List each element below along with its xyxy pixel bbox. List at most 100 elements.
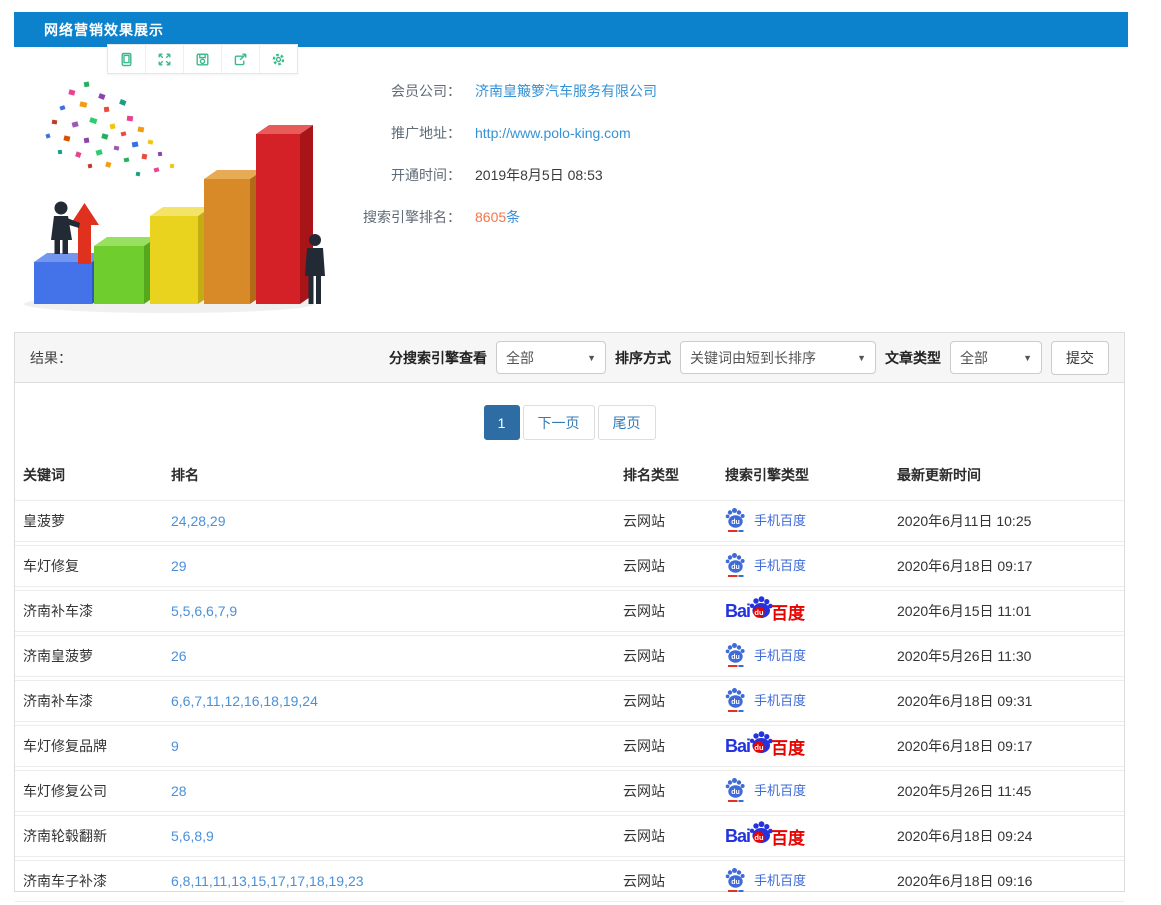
widget-toolbar [107, 44, 298, 74]
device-button[interactable] [108, 45, 146, 73]
keyword-cell: 车灯修复品牌 [15, 725, 163, 767]
baidu-logo: Bai du 百度 [725, 596, 805, 626]
engine-cell: du 手机百度 [717, 680, 889, 722]
ranks-link[interactable]: 28 [171, 783, 187, 799]
updated-cell: 2020年6月18日 09:17 [889, 545, 1124, 587]
chevron-down-icon: ▼ [1015, 353, 1032, 363]
svg-text:du: du [731, 564, 740, 571]
device-icon [119, 52, 134, 67]
keyword-cell: 济南皇菠萝 [15, 635, 163, 677]
page-1-button[interactable]: 1 [484, 405, 520, 440]
ranks-link[interactable]: 24,28,29 [171, 513, 226, 529]
col-updated: 最新更新时间 [889, 457, 1124, 497]
svg-text:du: du [754, 608, 764, 617]
svg-text:du: du [731, 789, 740, 796]
settings-button[interactable] [260, 45, 297, 73]
sort-filter-label: 排序方式 [615, 348, 671, 368]
company-field: 会员公司： 济南皇簸箩汽车服务有限公司 [345, 70, 657, 112]
baidu-paw-icon: du [725, 507, 747, 533]
rank-unit: 条 [506, 209, 520, 225]
updated-cell: 2020年6月11日 10:25 [889, 500, 1124, 542]
table-row: 济南轮毂翻新 5,6,8,9 云网站 Bai du 百度 2020年6月18日 … [15, 815, 1124, 857]
results-panel: 结果： 分搜索引擎查看 全部 ▼ 排序方式 关键词由短到长排序 ▼ 文章类型 全… [14, 332, 1125, 892]
page-header: 网络营销效果展示 [14, 12, 1128, 47]
engine-cell: du 手机百度 [717, 635, 889, 677]
promo-url-field: 推广地址： http://www.polo-king.com [345, 112, 657, 154]
mobile-baidu-label: 手机百度 [754, 780, 806, 799]
page-title: 网络营销效果展示 [14, 20, 164, 40]
engine-filter-select[interactable]: 全部 ▼ [496, 341, 606, 374]
keyword-cell: 济南轮毂翻新 [15, 815, 163, 857]
updated-cell: 2020年5月26日 11:45 [889, 770, 1124, 812]
baidu-logo-cn: 百度 [771, 734, 805, 759]
ranks-link[interactable]: 5,5,6,6,7,9 [171, 603, 237, 619]
ranks-link[interactable]: 26 [171, 648, 187, 664]
engine-cell: Bai du 百度 [717, 725, 889, 767]
ranks-link[interactable]: 29 [171, 558, 187, 574]
confetti-decoration [45, 82, 174, 177]
ranks-cell: 9 [163, 725, 615, 767]
ranks-link[interactable]: 9 [171, 738, 179, 754]
save-button[interactable] [184, 45, 222, 73]
ranks-cell: 26 [163, 635, 615, 677]
table-row: 车灯修复 29 云网站 du 手机百度 2020年6月18日 09:17 [15, 545, 1124, 587]
article-type-value: 全部 [960, 348, 988, 368]
mobile-baidu-badge: du 手机百度 [725, 777, 806, 803]
engine-cell: Bai du 百度 [717, 815, 889, 857]
open-time-field: 开通时间： 2019年8月5日 08:53 [345, 154, 657, 196]
ranks-link[interactable]: 6,8,11,11,13,15,17,17,18,19,23 [171, 873, 364, 889]
table-row: 车灯修复品牌 9 云网站 Bai du 百度 2020年6月18日 09:17 [15, 725, 1124, 767]
rank-count: 8605 [475, 209, 506, 225]
engine-cell: du 手机百度 [717, 860, 889, 902]
account-info: 会员公司： 济南皇簸箩汽车服务有限公司 推广地址： http://www.pol… [345, 70, 657, 238]
sort-filter-select[interactable]: 关键词由短到长排序 ▼ [680, 341, 876, 374]
ranks-link[interactable]: 6,6,7,11,12,16,18,19,24 [171, 693, 318, 709]
engine-cell: du 手机百度 [717, 500, 889, 542]
svg-text:du: du [731, 699, 740, 706]
ranks-link[interactable]: 5,6,8,9 [171, 828, 214, 844]
ranks-cell: 6,6,7,11,12,16,18,19,24 [163, 680, 615, 722]
table-row: 济南补车漆 5,5,6,6,7,9 云网站 Bai du 百度 2020年6月1… [15, 590, 1124, 632]
keyword-cell: 济南车子补漆 [15, 860, 163, 902]
baidu-logo-bai: Bai [725, 736, 750, 757]
company-link[interactable]: 济南皇簸箩汽车服务有限公司 [475, 81, 657, 101]
share-button[interactable] [222, 45, 260, 73]
fullscreen-button[interactable] [146, 45, 184, 73]
baidu-logo: Bai du 百度 [725, 731, 805, 761]
open-time-label: 开通时间： [345, 165, 461, 185]
ranks-cell: 29 [163, 545, 615, 587]
rank-type-cell: 云网站 [615, 635, 717, 677]
ranks-cell: 6,8,11,11,13,15,17,17,18,19,23 [163, 860, 615, 902]
col-rank-type: 排名类型 [615, 457, 717, 497]
chevron-down-icon: ▼ [579, 353, 596, 363]
ranks-cell: 28 [163, 770, 615, 812]
updated-cell: 2020年5月26日 11:30 [889, 635, 1124, 677]
baidu-paw-icon: du [725, 867, 747, 893]
mobile-baidu-label: 手机百度 [754, 645, 806, 664]
svg-text:du: du [754, 833, 764, 842]
engine-cell: du 手机百度 [717, 770, 889, 812]
promo-url-link[interactable]: http://www.polo-king.com [475, 125, 631, 141]
table-row: 济南皇菠萝 26 云网站 du 手机百度 2020年5月26日 11:30 [15, 635, 1124, 677]
article-type-select[interactable]: 全部 ▼ [950, 341, 1042, 374]
mobile-baidu-badge: du 手机百度 [725, 552, 806, 578]
rank-type-cell: 云网站 [615, 725, 717, 767]
baidu-logo-bai: Bai [725, 826, 750, 847]
updated-cell: 2020年6月18日 09:16 [889, 860, 1124, 902]
engine-filter-label: 分搜索引擎查看 [389, 348, 487, 368]
col-keyword: 关键词 [15, 457, 163, 497]
col-rank: 排名 [163, 457, 615, 497]
next-page-button[interactable]: 下一页 [523, 405, 595, 440]
share-icon [233, 52, 248, 67]
fullscreen-icon [157, 52, 172, 67]
baidu-paw-icon: du [725, 552, 747, 578]
bar-chart-decoration [34, 125, 313, 304]
updated-cell: 2020年6月18日 09:17 [889, 725, 1124, 767]
table-row: 济南补车漆 6,6,7,11,12,16,18,19,24 云网站 du 手机百… [15, 680, 1124, 722]
submit-button[interactable]: 提交 [1051, 341, 1109, 375]
keyword-cell: 济南补车漆 [15, 680, 163, 722]
baidu-logo: Bai du 百度 [725, 821, 805, 851]
engine-rank-label: 搜索引擎排名： [345, 207, 461, 227]
baidu-logo-bai: Bai [725, 601, 750, 622]
last-page-button[interactable]: 尾页 [598, 405, 656, 440]
